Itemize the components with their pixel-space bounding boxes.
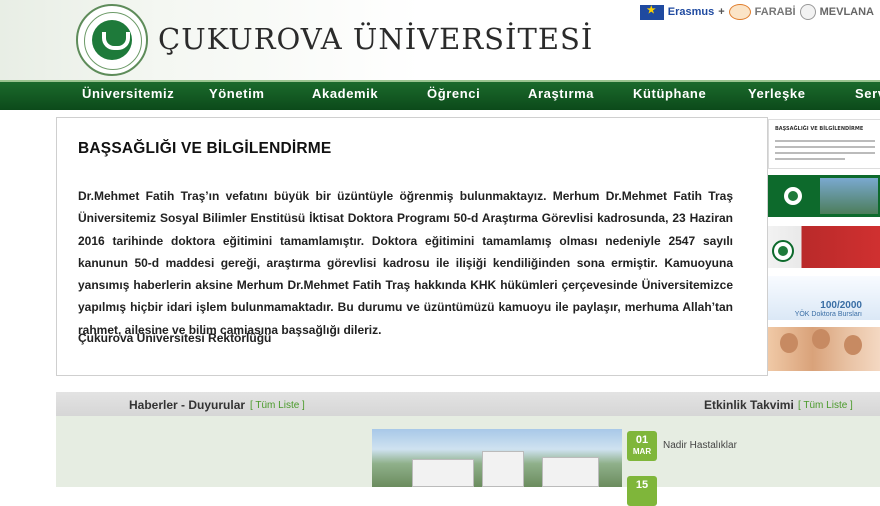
student-photo <box>812 329 830 349</box>
event-date-badge: 01 MAR <box>627 431 657 461</box>
seal-emblem <box>92 20 132 60</box>
sidebar-banner-doc-title: BAŞSAĞLIĞI VE BİLGİLENDİRME <box>775 126 864 132</box>
doc-text-line <box>775 146 875 148</box>
news-events-header: Haberler - Duyurular [ Tüm Liste ] Etkin… <box>56 392 880 416</box>
building-shape <box>482 451 524 487</box>
news-all-link[interactable]: [ Tüm Liste ] <box>250 400 305 411</box>
event-month: MAR <box>632 447 652 456</box>
mevlana-link[interactable]: MEVLANA <box>820 6 874 18</box>
partner-logos: Erasmus + FARABİ MEVLANA <box>639 4 874 20</box>
nav-item-yonetim[interactable]: Yönetim <box>209 86 264 101</box>
article-body: Dr.Mehmet Fatih Traş’ın vefatını büyük b… <box>78 189 733 337</box>
nav-item-ogrenci[interactable]: Öğrenci <box>427 86 480 101</box>
doc-text-line <box>775 152 875 154</box>
site-title[interactable]: ÇUKUROVA ÜNİVERSİTESİ <box>158 22 593 56</box>
news-section-title: Haberler - Duyurular <box>129 398 246 412</box>
nav-item-yerleske[interactable]: Yerleşke <box>748 86 806 101</box>
events-all-link[interactable]: [ Tüm Liste ] <box>798 400 853 411</box>
erasmus-plus-sign: + <box>718 6 725 18</box>
sidebar-banner-campus[interactable] <box>768 175 880 217</box>
university-seal-icon[interactable] <box>76 4 148 76</box>
student-photo <box>780 333 798 353</box>
event-day: 01 <box>635 434 649 446</box>
doc-text-line <box>775 158 845 160</box>
eu-flag-icon <box>639 4 664 20</box>
building-shape <box>542 457 599 487</box>
main-nav: Üniversitemiz Yönetim Akademik Öğrenci A… <box>0 80 880 110</box>
sidebar-banner-students[interactable] <box>768 327 880 371</box>
event-title[interactable]: Nadir Hastalıklar <box>663 440 737 451</box>
scholarship-label: YÖK Doktora Bursları <box>794 311 862 318</box>
event-day: 15 <box>635 479 649 491</box>
events-section-title: Etkinlik Takvimi <box>704 398 794 412</box>
doc-text-line <box>775 140 875 142</box>
erasmus-link[interactable]: Erasmus <box>668 6 714 18</box>
sidebar-banner-event[interactable] <box>768 226 880 268</box>
article-title: BAŞSAĞLIĞI VE BİLGİLENDİRME <box>78 140 332 157</box>
student-photo <box>844 335 862 355</box>
farabi-link[interactable]: FARABİ <box>755 6 796 18</box>
sidebar-banner-yok-scholarship[interactable]: 100/2000 YÖK Doktora Bursları <box>768 276 880 320</box>
campus-photo <box>820 178 878 214</box>
university-seal-icon <box>772 240 794 262</box>
site-header: ÇUKUROVA ÜNİVERSİTESİ Erasmus + FARABİ M… <box>0 0 880 80</box>
nav-item-arastirma[interactable]: Araştırma <box>528 86 594 101</box>
nav-item-kutuphane[interactable]: Kütüphane <box>633 86 706 101</box>
news-photo-campus[interactable] <box>372 429 622 487</box>
nav-item-servisler[interactable]: Serv <box>855 86 880 101</box>
scholarship-number: 100/2000 <box>820 300 862 311</box>
building-shape <box>412 459 474 487</box>
nav-item-akademik[interactable]: Akademik <box>312 86 378 101</box>
announcement-panel: BAŞSAĞLIĞI VE BİLGİLENDİRME Dr.Mehmet Fa… <box>56 117 768 376</box>
sidebar-banner-announcement[interactable]: BAŞSAĞLIĞI VE BİLGİLENDİRME <box>768 119 880 169</box>
event-date-badge: 15 <box>627 476 657 506</box>
university-seal-icon <box>782 185 804 207</box>
mevlana-logo-icon <box>799 4 816 20</box>
nav-item-universitemiz[interactable]: Üniversitemiz <box>82 86 174 101</box>
article-signature: Çukurova Üniversitesi Rektörlüğü <box>78 331 272 345</box>
yok-logo-icon <box>728 4 751 20</box>
